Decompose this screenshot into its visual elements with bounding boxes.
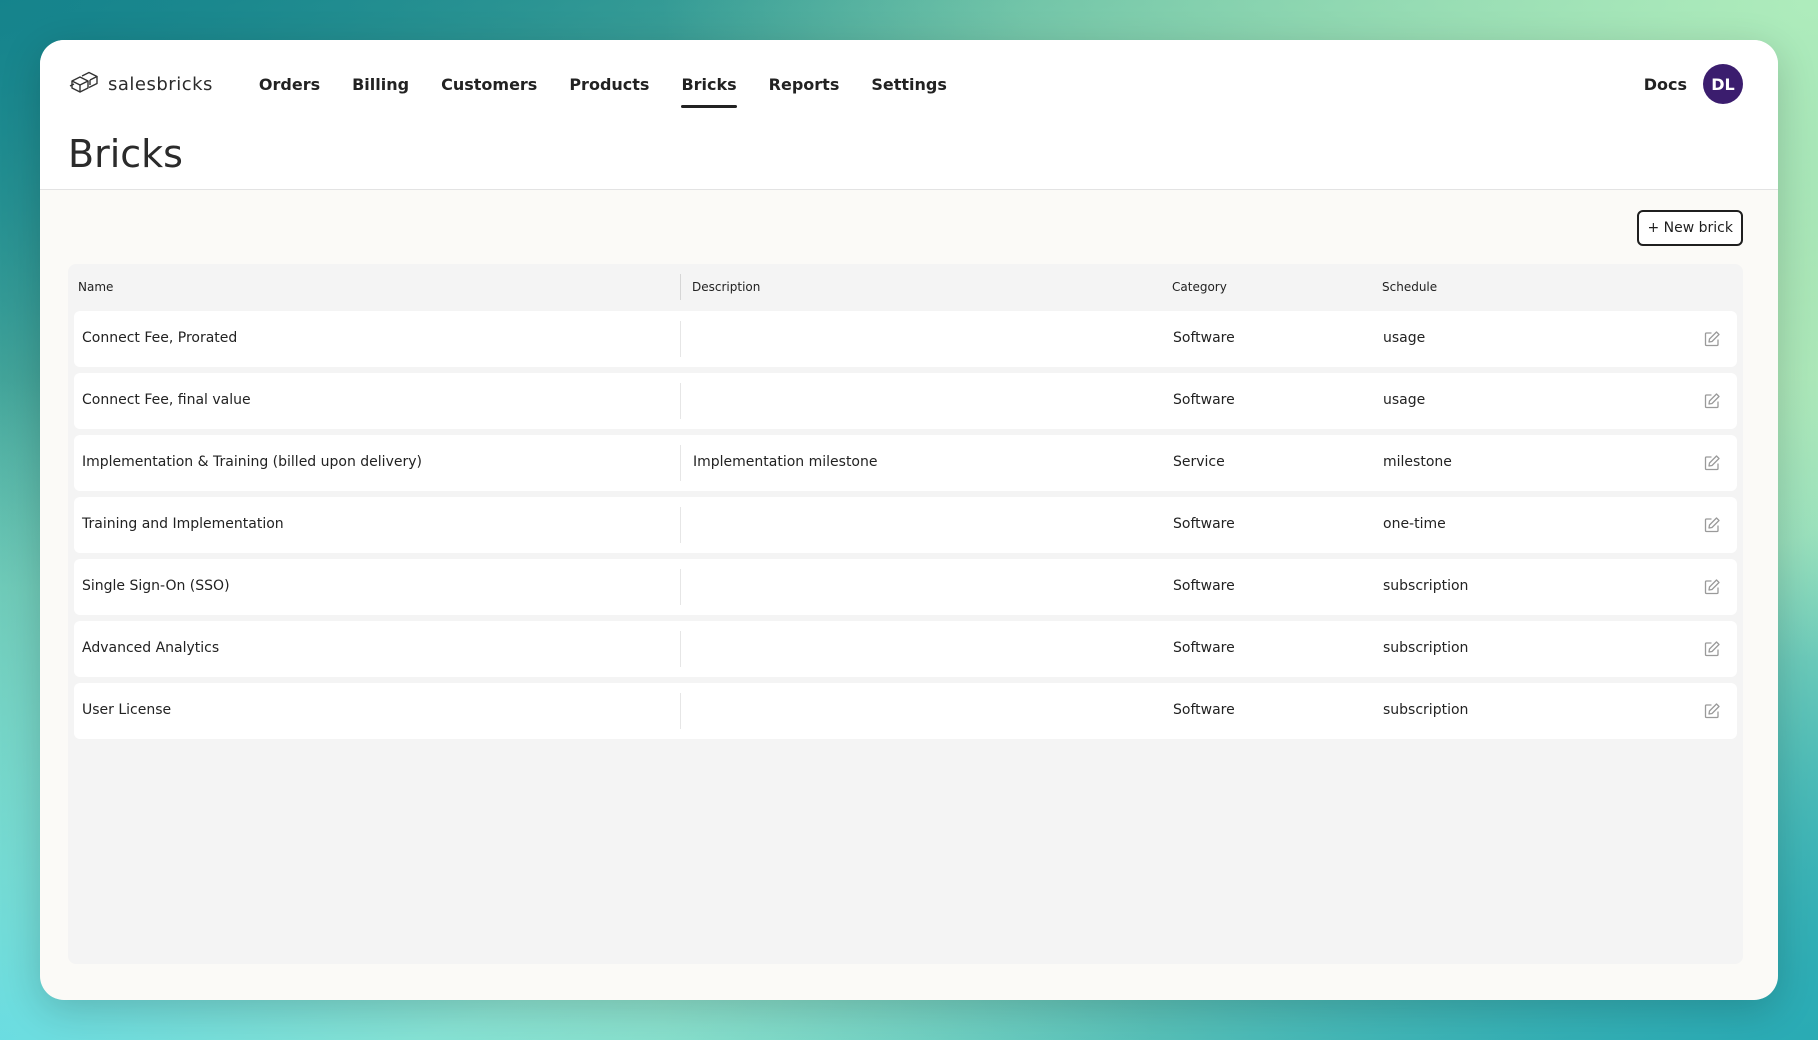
nav-item-settings[interactable]: Settings — [855, 62, 963, 106]
edit-icon[interactable] — [1703, 516, 1721, 534]
main-nav: Orders Billing Customers Products Bricks… — [243, 62, 963, 108]
nav-item-products[interactable]: Products — [553, 62, 665, 106]
brand-name: salesbricks — [108, 73, 213, 95]
cell-schedule: milestone — [1383, 454, 1452, 470]
nav-item-orders[interactable]: Orders — [243, 62, 336, 106]
table-row[interactable]: Training and Implementation Software one… — [74, 497, 1737, 553]
column-divider[interactable] — [680, 274, 681, 300]
table-header: Name Description Category Schedule — [68, 264, 1743, 310]
cell-name: Single Sign-On (SSO) — [82, 578, 230, 594]
edit-icon[interactable] — [1703, 330, 1721, 348]
bricks-table: Name Description Category Schedule Conne… — [68, 264, 1743, 964]
header: salesbricks Orders Billing Customers Pro… — [40, 40, 1778, 190]
cell-category: Software — [1173, 392, 1235, 408]
cell-name: Connect Fee, Prorated — [82, 330, 238, 346]
bricks-logo-icon — [68, 69, 102, 100]
app-window: salesbricks Orders Billing Customers Pro… — [40, 40, 1778, 1000]
cell-category: Software — [1173, 330, 1235, 346]
cell-schedule: usage — [1383, 392, 1426, 408]
edit-icon[interactable] — [1703, 454, 1721, 472]
table-row[interactable]: Advanced Analytics Software subscription — [74, 621, 1737, 677]
column-header-name[interactable]: Name — [78, 280, 113, 294]
column-header-schedule[interactable]: Schedule — [1382, 280, 1437, 294]
column-header-description[interactable]: Description — [692, 280, 760, 294]
row-divider — [680, 569, 681, 605]
table-row[interactable]: Connect Fee, final value Software usage — [74, 373, 1737, 429]
avatar[interactable]: DL — [1703, 64, 1743, 104]
table-row[interactable]: User License Software subscription — [74, 683, 1737, 739]
cell-name: Training and Implementation — [82, 516, 284, 532]
row-divider — [680, 693, 681, 729]
cell-schedule: subscription — [1383, 702, 1469, 718]
row-divider — [680, 321, 681, 357]
nav-item-customers[interactable]: Customers — [425, 62, 553, 106]
table-row[interactable]: Connect Fee, Prorated Software usage — [74, 311, 1737, 367]
cell-description: Implementation milestone — [693, 454, 878, 470]
nav-item-reports[interactable]: Reports — [753, 62, 856, 106]
cell-category: Software — [1173, 702, 1235, 718]
nav-item-billing[interactable]: Billing — [336, 62, 425, 106]
new-brick-button[interactable]: + New brick — [1637, 210, 1743, 246]
nav-item-bricks[interactable]: Bricks — [665, 62, 752, 108]
topbar-right: Docs DL — [1644, 64, 1743, 104]
column-header-category[interactable]: Category — [1172, 280, 1227, 294]
edit-icon[interactable] — [1703, 392, 1721, 410]
cell-category: Software — [1173, 640, 1235, 656]
cell-category: Software — [1173, 578, 1235, 594]
cell-category: Service — [1173, 454, 1225, 470]
cell-category: Software — [1173, 516, 1235, 532]
cell-schedule: usage — [1383, 330, 1426, 346]
main-content: + New brick Name Description Category Sc… — [40, 190, 1778, 1000]
row-divider — [680, 383, 681, 419]
docs-link[interactable]: Docs — [1644, 75, 1687, 94]
row-divider — [680, 445, 681, 481]
top-navigation-bar: salesbricks Orders Billing Customers Pro… — [68, 62, 1743, 108]
cell-name: Advanced Analytics — [82, 640, 220, 656]
cell-name: Connect Fee, final value — [82, 392, 251, 408]
brand-logo[interactable]: salesbricks — [68, 69, 213, 100]
cell-schedule: subscription — [1383, 578, 1469, 594]
edit-icon[interactable] — [1703, 640, 1721, 658]
table-body: Connect Fee, Prorated Software usage Con… — [74, 311, 1737, 745]
cell-schedule: subscription — [1383, 640, 1469, 656]
cell-name: Implementation & Training (billed upon d… — [82, 454, 422, 470]
page-title: Bricks — [68, 132, 183, 176]
cell-schedule: one-time — [1383, 516, 1446, 532]
row-divider — [680, 507, 681, 543]
row-divider — [680, 631, 681, 667]
edit-icon[interactable] — [1703, 578, 1721, 596]
edit-icon[interactable] — [1703, 702, 1721, 720]
cell-name: User License — [82, 702, 172, 718]
table-row[interactable]: Single Sign-On (SSO) Software subscripti… — [74, 559, 1737, 615]
table-row[interactable]: Implementation & Training (billed upon d… — [74, 435, 1737, 491]
